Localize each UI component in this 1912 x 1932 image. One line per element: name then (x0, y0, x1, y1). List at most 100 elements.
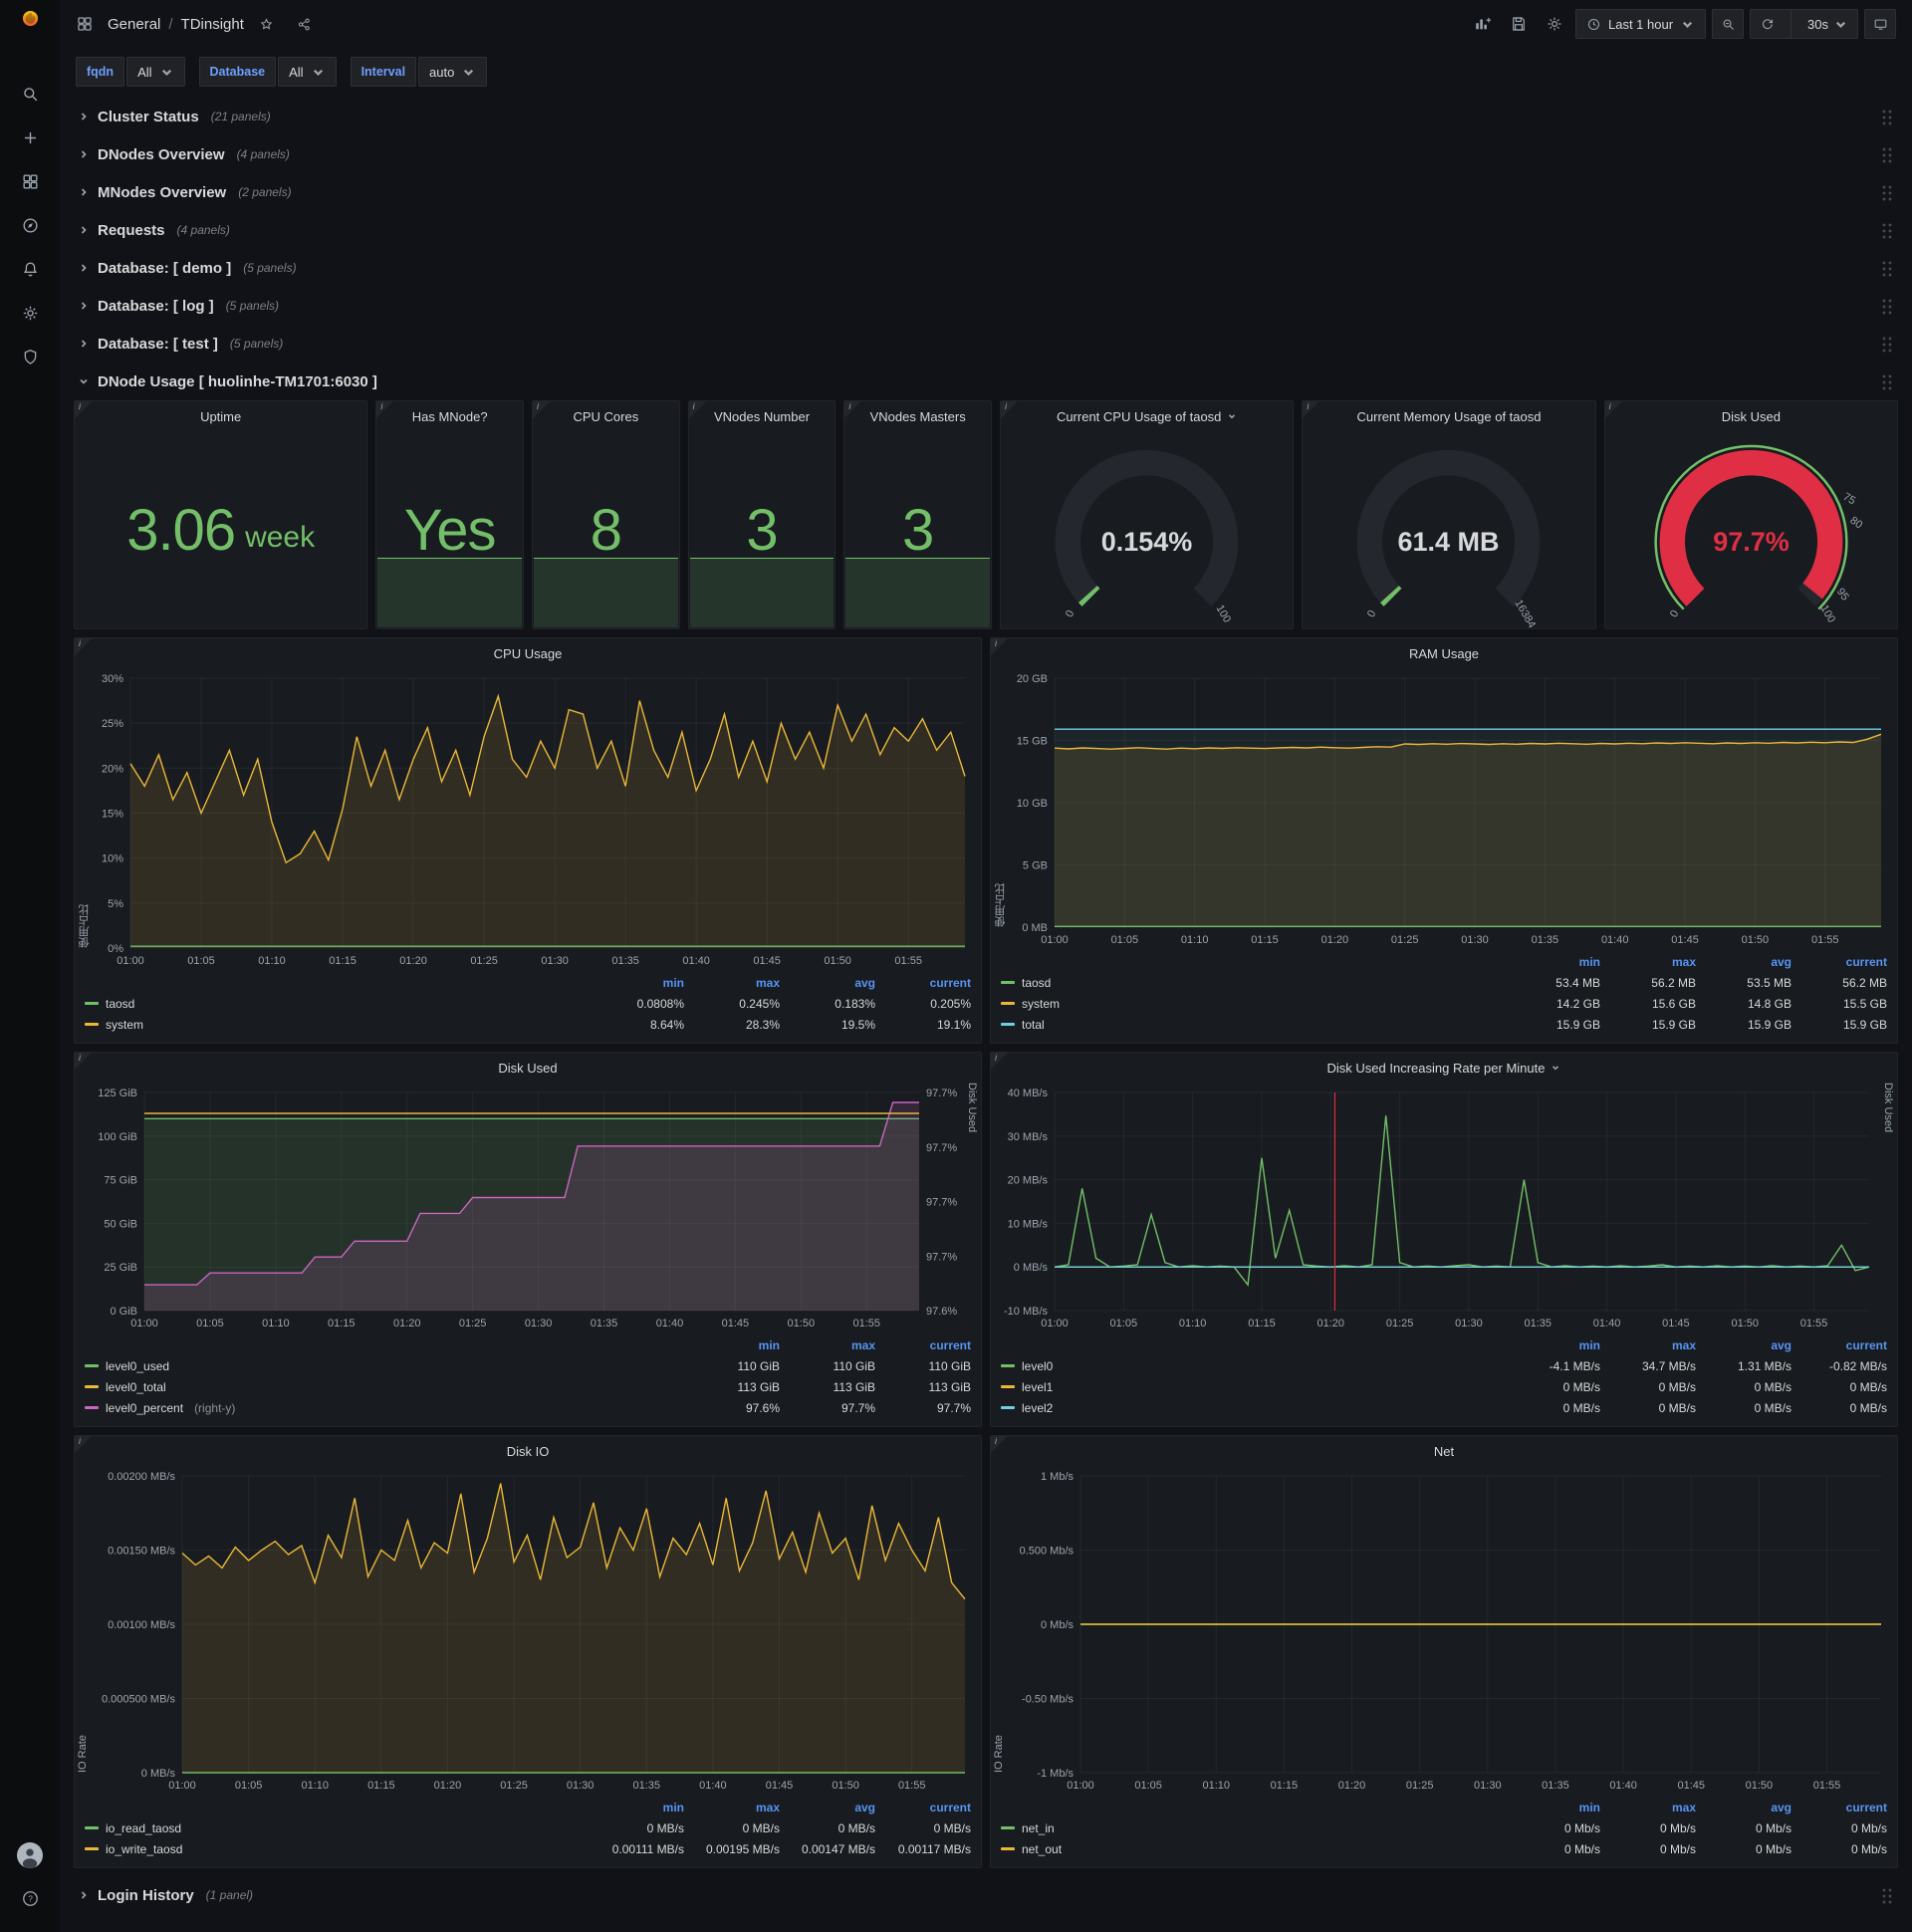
grafana-logo-icon[interactable] (12, 0, 48, 36)
panel-title[interactable]: Current CPU Usage of taosd (1001, 401, 1293, 431)
dashboard-settings-icon[interactable] (1540, 9, 1569, 39)
legend-column-header[interactable]: avg (780, 1801, 875, 1814)
legend-series[interactable]: level1 (1001, 1380, 1505, 1394)
server-admin-shield-icon[interactable] (12, 339, 48, 374)
create-plus-icon[interactable] (12, 120, 48, 155)
panel-title[interactable]: Disk Used Increasing Rate per Minute (991, 1053, 1897, 1083)
dashboard-row-database-test[interactable]: Database: [ test ] (5 panels) (74, 325, 1898, 362)
legend-column-header[interactable]: current (875, 1338, 971, 1352)
row-drag-handle[interactable] (1881, 183, 1894, 201)
row-drag-handle[interactable] (1881, 145, 1894, 163)
panel-title[interactable]: VNodes Masters (844, 401, 991, 431)
cycle-view-button[interactable] (1864, 9, 1896, 39)
legend-series[interactable]: level2 (1001, 1401, 1505, 1415)
panel-info-icon[interactable]: i (75, 638, 92, 655)
panel-title[interactable]: Disk Used (1605, 401, 1897, 431)
panel-title[interactable]: CPU Cores (533, 401, 679, 431)
legend-series[interactable]: io_read_taosd (85, 1821, 589, 1835)
dashboard-grid-icon[interactable] (70, 9, 100, 39)
legend-column-header[interactable]: min (589, 1801, 684, 1814)
panel-title[interactable]: Uptime (75, 401, 366, 431)
breadcrumb-folder[interactable]: General (108, 16, 160, 33)
row-drag-handle[interactable] (1881, 1886, 1894, 1904)
legend-series[interactable]: taosd (85, 997, 589, 1011)
dashboard-row-login-history[interactable]: Login History (1 panel) (74, 1876, 1898, 1914)
legend-series[interactable]: level0 (1001, 1359, 1505, 1373)
row-drag-handle[interactable] (1881, 259, 1894, 277)
share-icon[interactable] (290, 9, 320, 39)
row-drag-handle[interactable] (1881, 372, 1894, 390)
legend-column-header[interactable]: max (1600, 955, 1696, 969)
legend-series[interactable]: level0_used (85, 1359, 684, 1373)
dashboard-row-mnodes-overview[interactable]: MNodes Overview (2 panels) (74, 173, 1898, 211)
panel-info-icon[interactable]: i (1303, 401, 1320, 418)
legend-column-header[interactable]: current (1792, 955, 1887, 969)
panel-info-icon[interactable]: i (1604, 401, 1622, 418)
legend-column-header[interactable]: avg (1696, 1338, 1792, 1352)
help-icon[interactable]: ? (12, 1880, 48, 1916)
legend-column-header[interactable]: current (875, 1801, 971, 1814)
legend-column-header[interactable]: min (684, 1338, 780, 1352)
row-drag-handle[interactable] (1881, 108, 1894, 125)
refresh-interval-picker[interactable]: 30s (1798, 10, 1857, 38)
dashboard-row-dnode-usage-huolinhe-tm1701-6030[interactable]: DNode Usage [ huolinhe-TM1701:6030 ] (74, 362, 1898, 400)
panel-title[interactable]: Current Memory Usage of taosd (1303, 401, 1594, 431)
zoom-out-button[interactable] (1712, 9, 1745, 39)
panel-title[interactable]: Disk Used (75, 1053, 981, 1083)
dashboard-row-database-log[interactable]: Database: [ log ] (5 panels) (74, 287, 1898, 325)
dashboard-row-cluster-status[interactable]: Cluster Status (21 panels) (74, 98, 1898, 135)
legend-column-header[interactable]: max (684, 1801, 780, 1814)
dashboard-row-requests[interactable]: Requests (4 panels) (74, 211, 1898, 249)
alerting-bell-icon[interactable] (12, 251, 48, 287)
legend-series[interactable]: net_out (1001, 1842, 1505, 1856)
legend-column-header[interactable]: current (875, 976, 971, 990)
legend-column-header[interactable]: max (780, 1338, 875, 1352)
dashboards-icon[interactable] (12, 163, 48, 199)
legend-series[interactable]: io_write_taosd (85, 1842, 589, 1856)
variable-value-dropdown[interactable]: All (278, 57, 337, 87)
panel-title[interactable]: VNodes Number (689, 401, 836, 431)
panel-title[interactable]: RAM Usage (991, 638, 1897, 668)
panel-info-icon[interactable]: i (844, 401, 862, 418)
legend-column-header[interactable]: min (1505, 1338, 1600, 1352)
breadcrumb-dashboard[interactable]: TDinsight (181, 16, 244, 33)
panel-title[interactable]: Net (991, 1436, 1897, 1466)
panel-info-icon[interactable]: i (533, 401, 550, 418)
panel-title[interactable]: Disk IO (75, 1436, 981, 1466)
legend-series[interactable]: total (1001, 1018, 1505, 1032)
panel-info-icon[interactable]: i (75, 401, 92, 418)
legend-column-header[interactable]: max (1600, 1338, 1696, 1352)
add-panel-icon[interactable] (1468, 9, 1498, 39)
user-avatar[interactable] (17, 1842, 43, 1868)
legend-series[interactable]: level0_total (85, 1380, 684, 1394)
panel-info-icon[interactable]: i (1001, 401, 1019, 418)
row-drag-handle[interactable] (1881, 335, 1894, 353)
legend-series[interactable]: level0_percent (right-y) (85, 1401, 684, 1415)
panel-info-icon[interactable]: i (376, 401, 394, 418)
explore-compass-icon[interactable] (12, 207, 48, 243)
panel-title[interactable]: Has MNode? (376, 401, 523, 431)
dashboard-row-dnodes-overview[interactable]: DNodes Overview (4 panels) (74, 135, 1898, 173)
panel-info-icon[interactable]: i (991, 638, 1008, 655)
legend-series[interactable]: net_in (1001, 1821, 1505, 1835)
star-icon[interactable] (252, 9, 282, 39)
legend-column-header[interactable]: avg (1696, 955, 1792, 969)
row-drag-handle[interactable] (1881, 221, 1894, 239)
legend-column-header[interactable]: min (1505, 1801, 1600, 1814)
search-icon[interactable] (12, 76, 48, 112)
dashboard-row-database-demo[interactable]: Database: [ demo ] (5 panels) (74, 249, 1898, 287)
legend-column-header[interactable]: avg (1696, 1801, 1792, 1814)
panel-info-icon[interactable]: i (688, 401, 706, 418)
panel-info-icon[interactable]: i (991, 1053, 1008, 1070)
panel-info-icon[interactable]: i (75, 1053, 92, 1070)
panel-info-icon[interactable]: i (991, 1436, 1008, 1453)
legend-series[interactable]: taosd (1001, 976, 1505, 990)
variable-value-dropdown[interactable]: All (126, 57, 185, 87)
legend-column-header[interactable]: max (1600, 1801, 1696, 1814)
legend-column-header[interactable]: min (589, 976, 684, 990)
legend-series[interactable]: system (1001, 997, 1505, 1011)
legend-series[interactable]: system (85, 1018, 589, 1032)
configuration-gear-icon[interactable] (12, 295, 48, 331)
variable-value-dropdown[interactable]: auto (418, 57, 488, 87)
legend-column-header[interactable]: max (684, 976, 780, 990)
